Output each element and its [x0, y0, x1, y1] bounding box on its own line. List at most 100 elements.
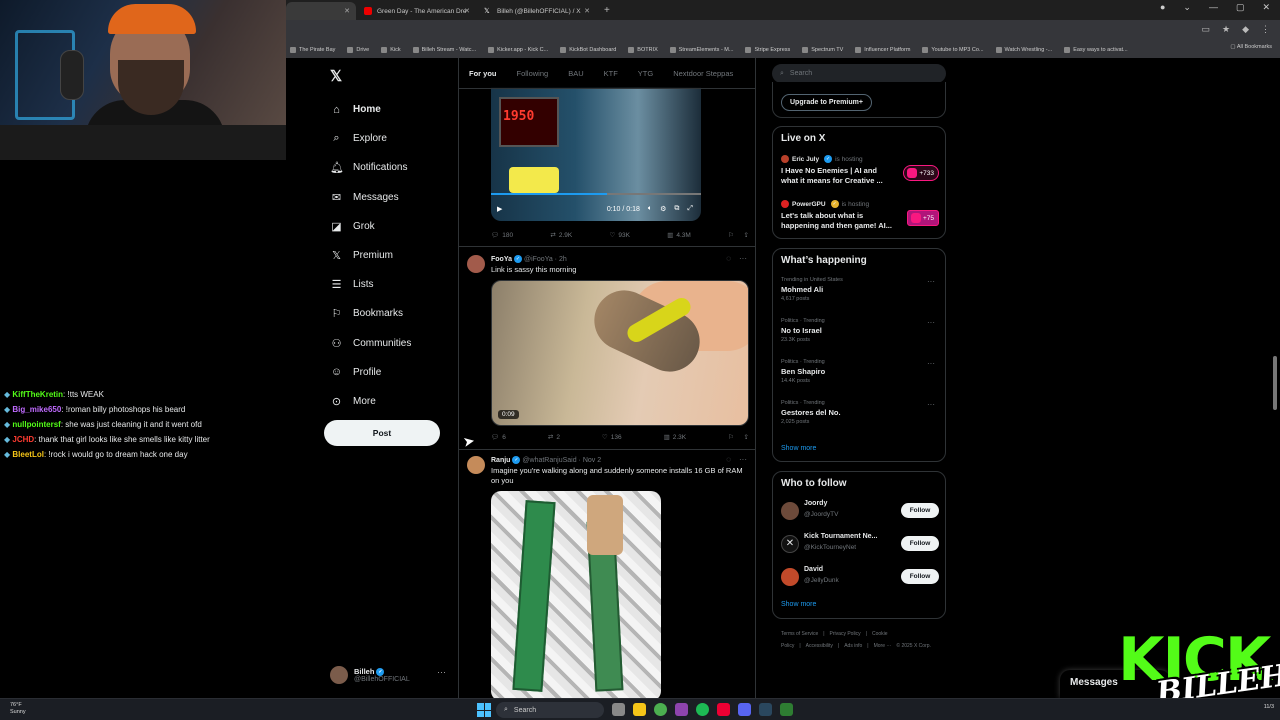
chat-username[interactable]: Big_mike650 — [12, 405, 61, 414]
discord-icon[interactable] — [738, 703, 751, 716]
cast-icon[interactable]: ▭ — [1201, 24, 1210, 35]
share-icon[interactable]: ⇪ — [744, 231, 749, 239]
live-item[interactable]: PowerGPU ✓ is hosting Let's talk about wha… — [781, 200, 941, 231]
bookmark-item[interactable]: Spectrum TV — [802, 46, 843, 53]
more-icon[interactable]: ··· — [927, 277, 935, 286]
follow-suggestion[interactable]: Joordy @JoordyTV Follow — [781, 498, 941, 524]
pip-icon[interactable]: ⧉ — [674, 205, 679, 213]
tab-ytg[interactable]: YTG — [628, 69, 663, 78]
close-icon[interactable]: ✕ — [584, 7, 590, 15]
bookmark-item[interactable]: Kick — [381, 46, 401, 53]
nav-item-premium[interactable]: 𝕏 Premium — [330, 241, 411, 270]
tab-for-you[interactable]: For you — [459, 69, 507, 78]
more-icon[interactable]: ··· — [437, 667, 446, 677]
minimize-icon[interactable]: — — [1209, 2, 1218, 13]
browser-tab[interactable]: 𝕏 Billeh (@BillehOFFICIAL) / X ✕ — [476, 2, 596, 20]
more-icon[interactable]: ··· — [927, 400, 935, 409]
post-video[interactable]: 1950 ▶ 0:10 / 0:18 🔈︎ ⚙ ⧉ ⤢ — [491, 87, 701, 221]
chat-username[interactable]: BleetLol — [12, 450, 44, 459]
trend-item[interactable]: Politics · Trending Gestores del No. 2,025… — [781, 400, 941, 425]
steam-icon[interactable] — [759, 703, 772, 716]
footer-link[interactable]: Privacy Policy — [830, 631, 861, 637]
footer-link[interactable]: © 2025 X Corp. — [896, 643, 931, 649]
taskbar-search[interactable]: ⌕ Search — [496, 702, 604, 718]
account-switcher[interactable]: Billeh ✓ @BillehOFFICIAL ··· — [330, 662, 450, 688]
chevron-down-icon[interactable]: ⌄ — [1183, 2, 1191, 13]
browser-tab[interactable]: ✕ — [286, 2, 356, 20]
follow-suggestion[interactable]: ✕ Kick Tournament Ne... @KickTourneyNet Fol… — [781, 531, 941, 557]
repost-button[interactable]: ⇄ 2 — [548, 433, 560, 442]
upgrade-premium-button[interactable]: Upgrade to Premium+ — [781, 94, 872, 111]
tab-ktf[interactable]: KTF — [594, 69, 628, 78]
nav-item-profile[interactable]: ☺ Profile — [330, 358, 411, 387]
follow-button[interactable]: Follow — [901, 503, 939, 518]
search-input[interactable]: ⌕ Search — [772, 64, 946, 83]
reply-button[interactable]: 💬︎ 6 — [491, 433, 506, 442]
repost-button[interactable]: ⇄ 2.9K — [550, 231, 572, 240]
bookmark-item[interactable]: Billeh Stream - Watc... — [412, 46, 476, 53]
task-view-icon[interactable] — [612, 703, 625, 716]
nav-item-grok[interactable]: ◪ Grok — [330, 212, 411, 241]
app-icon[interactable] — [675, 703, 688, 716]
system-clock[interactable]: 11/3 — [1264, 704, 1274, 710]
nav-item-explore[interactable]: ⌕ Explore — [330, 124, 411, 153]
share-icon[interactable]: ⇪ — [744, 433, 749, 441]
address-bar[interactable]: ▭ ★ ◆ ⋮ — [286, 20, 1280, 41]
nav-item-bookmarks[interactable]: ⚐ Bookmarks — [330, 299, 411, 328]
new-tab-button[interactable]: + — [604, 5, 610, 16]
nav-item-more[interactable]: ⊙ More — [330, 387, 411, 416]
show-more-trends[interactable]: Show more — [781, 445, 816, 452]
like-button[interactable]: ♡ 93K — [610, 231, 630, 240]
tab-nextdoor-steppas[interactable]: Nextdoor Steppas — [663, 69, 743, 78]
nav-item-messages[interactable]: ✉ Messages — [330, 183, 411, 212]
bookmark-item[interactable]: Easy ways to activat... — [1064, 46, 1128, 53]
nav-item-home[interactable]: ⌂ Home — [330, 95, 411, 124]
follow-suggestion[interactable]: David @JellyDunk Follow — [781, 564, 941, 590]
post-video[interactable]: 0:09 — [491, 280, 749, 426]
more-icon[interactable]: ··· — [927, 318, 935, 327]
bookmark-item[interactable]: StreamElements - M... — [669, 46, 733, 53]
post-author[interactable]: FooYa — [491, 256, 512, 263]
extensions-icon[interactable]: ◆ — [1242, 24, 1249, 35]
bookmark-icon[interactable]: ⚐ — [728, 231, 734, 239]
volume-icon[interactable]: 🔈︎ — [648, 205, 652, 213]
reply-button[interactable]: 💬︎ 180 — [491, 231, 513, 240]
file-explorer-icon[interactable] — [633, 703, 646, 716]
chat-username[interactable]: JCHD — [12, 435, 34, 444]
x-logo-icon[interactable]: 𝕏 — [330, 67, 342, 85]
bookmark-item[interactable]: BOTRIX — [628, 46, 658, 53]
bookmark-item[interactable]: Stripe Express — [745, 46, 790, 53]
follow-button[interactable]: Follow — [901, 536, 939, 551]
start-button[interactable] — [477, 703, 491, 717]
nav-item-lists[interactable]: ☰ Lists — [330, 270, 411, 299]
bookmark-item[interactable]: Influencer Platform — [855, 46, 910, 53]
show-more-follow[interactable]: Show more — [781, 601, 816, 608]
post-image[interactable] — [491, 491, 661, 698]
more-icon[interactable]: ··· — [927, 359, 935, 368]
tab-following[interactable]: Following — [507, 69, 559, 78]
menu-icon[interactable]: ⋮ — [1261, 24, 1270, 35]
scroll-thumb[interactable] — [1273, 356, 1277, 410]
app-icon[interactable] — [780, 703, 793, 716]
bookmark-item[interactable]: KickBot Dashboard — [560, 46, 616, 53]
bookmark-icon[interactable]: ⚐ — [728, 433, 734, 441]
bookmark-item[interactable]: Kicker.app - Kick C... — [488, 46, 548, 53]
views-button[interactable]: ▥ 4.3M — [667, 231, 691, 240]
more-icon[interactable]: ··· — [739, 455, 747, 464]
spotify-icon[interactable] — [696, 703, 709, 716]
views-button[interactable]: ▥ 2.3K — [664, 433, 687, 442]
bookmark-item[interactable]: Drive — [347, 46, 369, 53]
close-icon[interactable]: ✕ — [464, 7, 470, 15]
footer-link[interactable]: Terms of Service — [781, 631, 818, 637]
post-button[interactable]: Post — [324, 420, 440, 446]
trend-item[interactable]: Politics · Trending No to Israel 23.3K pos… — [781, 318, 941, 343]
bookmark-item[interactable]: Youtube to MP3 Co... — [922, 46, 984, 53]
video-progress[interactable] — [491, 193, 701, 195]
all-bookmarks[interactable]: ▢ All Bookmarks — [1230, 44, 1272, 50]
close-icon[interactable]: ✕ — [344, 7, 350, 15]
more-icon[interactable]: ··· — [739, 254, 747, 263]
close-window-icon[interactable]: ✕ — [1262, 2, 1270, 13]
nav-item-communities[interactable]: ⚇ Communities — [330, 329, 412, 358]
chat-username[interactable]: nullpointersf — [12, 420, 60, 429]
trend-item[interactable]: Trending in United States Mohmed Ali 4,617… — [781, 277, 941, 302]
